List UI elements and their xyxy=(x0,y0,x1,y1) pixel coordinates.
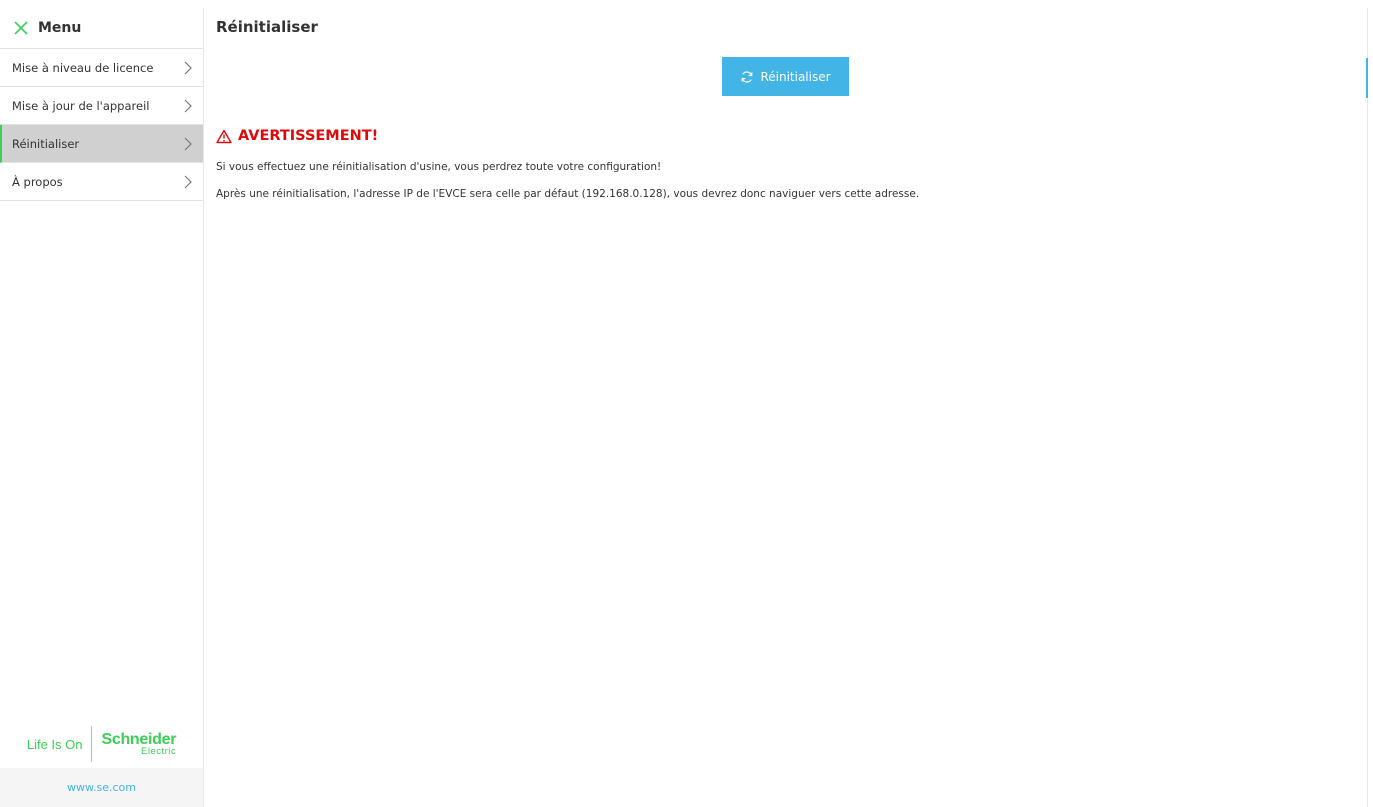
chevron-right-icon xyxy=(184,175,192,188)
logo-brand-sub: Electric xyxy=(141,745,177,757)
sidebar-item-license-upgrade[interactable]: Mise à niveau de licence xyxy=(0,49,203,87)
brand-logo: Life Is On Schneider Electric xyxy=(0,721,203,767)
sidebar-item-label: Mise à niveau de licence xyxy=(12,60,154,75)
sidebar-item-about[interactable]: À propos xyxy=(0,163,203,201)
menu-toggle[interactable]: Menu xyxy=(0,8,203,49)
right-scroll-edge xyxy=(1367,8,1368,807)
chevron-right-icon xyxy=(184,99,192,112)
schneider-electric-logo: Schneider Electric xyxy=(101,731,177,757)
warning-text-line: Si vous effectuez une réinitialisation d… xyxy=(216,161,662,173)
chevron-right-icon xyxy=(184,137,192,150)
reset-button[interactable]: Réinitialiser xyxy=(722,57,849,96)
sidebar-item-reset[interactable]: Réinitialiser xyxy=(0,125,203,163)
sidebar-item-label: Mise à jour de l'appareil xyxy=(12,98,150,113)
warning-icon xyxy=(216,129,232,143)
warning-title: AVERTISSEMENT! xyxy=(238,128,379,144)
warning-text-line: Après une réinitialisation, l'adresse IP… xyxy=(216,188,920,200)
right-edge-accent xyxy=(1366,58,1368,98)
sidebar: Menu Mise à niveau de licence Mise à jou… xyxy=(0,8,204,807)
menu-title: Menu xyxy=(38,20,82,36)
website-link[interactable]: www.se.com xyxy=(0,768,203,807)
chevron-right-icon xyxy=(184,61,192,74)
life-is-on-tagline: Life Is On xyxy=(26,736,83,752)
logo-divider xyxy=(91,726,93,762)
refresh-icon xyxy=(741,70,753,83)
sidebar-item-label: À propos xyxy=(12,174,63,189)
sidebar-item-device-update[interactable]: Mise à jour de l'appareil xyxy=(0,87,203,125)
warning-heading: AVERTISSEMENT! xyxy=(216,128,378,144)
reset-button-label: Réinitialiser xyxy=(760,69,831,84)
main-content: Réinitialiser Réinitialiser AVERTISSEMEN… xyxy=(205,8,1367,807)
sidebar-item-label: Réinitialiser xyxy=(12,136,80,151)
page-title: Réinitialiser xyxy=(216,18,318,36)
close-icon[interactable] xyxy=(12,19,30,37)
